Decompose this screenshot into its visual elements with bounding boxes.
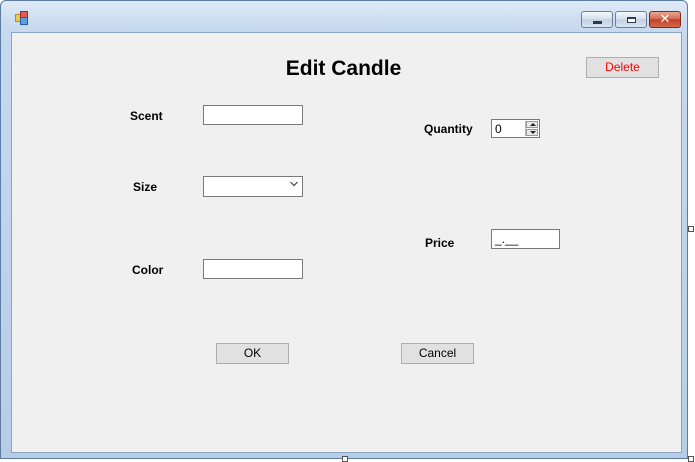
color-input[interactable] — [203, 259, 303, 279]
minimize-icon — [592, 20, 602, 24]
scent-label: Scent — [130, 109, 163, 123]
quantity-spin-buttons — [525, 121, 538, 136]
minimize-button[interactable] — [581, 11, 613, 28]
size-select[interactable] — [203, 176, 303, 197]
quantity-value[interactable]: 0 — [495, 122, 502, 136]
close-icon: ✕ — [659, 12, 671, 27]
size-label: Size — [133, 180, 158, 194]
ok-button[interactable]: OK — [216, 343, 289, 364]
quantity-stepper[interactable]: 0 — [491, 119, 540, 138]
chevron-down-icon[interactable] — [290, 180, 298, 188]
delete-button[interactable]: Delete — [586, 57, 659, 78]
scent-input[interactable] — [203, 105, 303, 125]
spin-down-icon[interactable] — [526, 129, 538, 136]
price-mask: _.__ — [495, 232, 519, 246]
color-label: Color — [132, 263, 164, 277]
resize-handle-right[interactable] — [688, 226, 694, 232]
title-bar[interactable]: ✕ — [1, 1, 687, 32]
cancel-button[interactable]: Cancel — [401, 343, 474, 364]
resize-handle-corner[interactable] — [688, 456, 694, 462]
form-title: Edit Candle — [285, 57, 402, 80]
resize-handle-bottom[interactable] — [342, 456, 348, 462]
close-button[interactable]: ✕ — [649, 11, 681, 28]
app-window: ✕ Edit Candle Delete Scent Size Color Qu… — [0, 0, 688, 459]
price-input[interactable]: _.__ — [491, 229, 560, 249]
form-app-icon[interactable] — [14, 11, 28, 25]
maximize-icon — [626, 16, 636, 23]
quantity-label: Quantity — [424, 122, 473, 136]
spin-up-icon[interactable] — [526, 121, 538, 128]
form-client-area: Edit Candle Delete Scent Size Color Quan… — [11, 32, 682, 453]
maximize-button[interactable] — [615, 11, 647, 28]
price-label: Price — [425, 236, 455, 250]
